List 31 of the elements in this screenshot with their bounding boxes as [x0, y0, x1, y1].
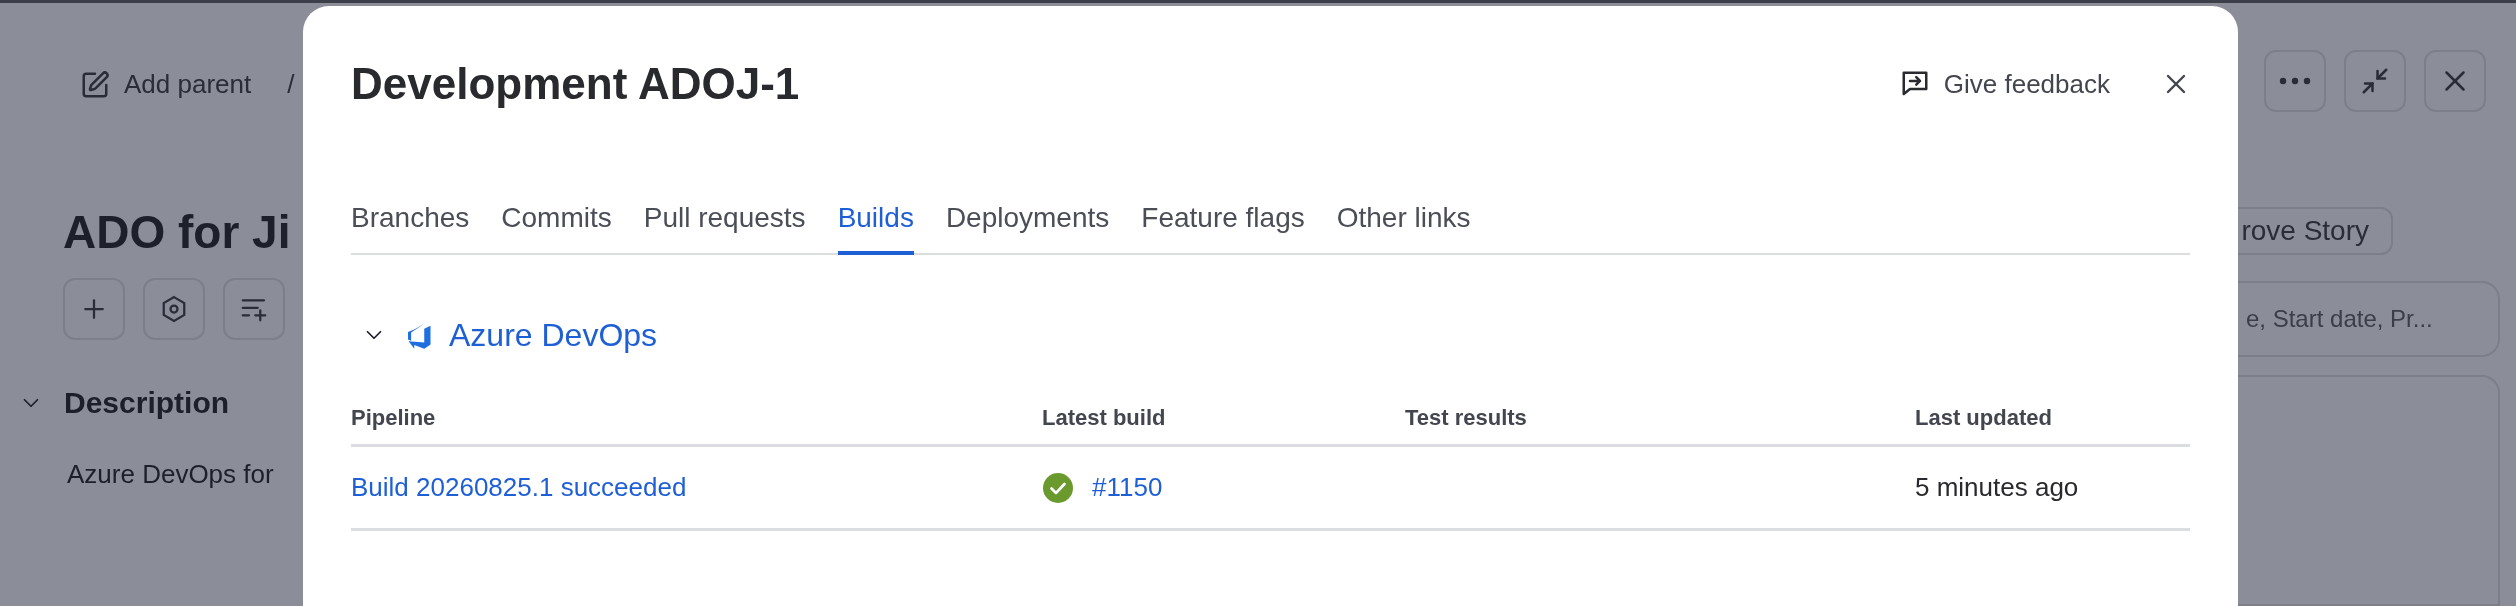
breadcrumb-separator: / — [287, 68, 295, 101]
tab[interactable]: Other links — [1336, 197, 1471, 255]
check-circle-icon — [1042, 471, 1074, 504]
give-feedback-button[interactable]: Give feedback — [1899, 64, 2110, 104]
description-text: Azure DevOps for — [67, 458, 275, 491]
more-button[interactable] — [2264, 50, 2326, 112]
tab[interactable]: Feature flags — [1141, 197, 1305, 255]
more-icon — [2279, 77, 2311, 85]
edit-icon — [80, 69, 110, 100]
provider-name[interactable]: Azure DevOps — [449, 311, 658, 359]
column-header: Last updated — [1915, 404, 2053, 432]
close-button[interactable] — [2424, 50, 2486, 112]
list-add-button[interactable] — [223, 278, 285, 340]
build-link[interactable]: #1150 — [1092, 468, 1163, 507]
last-updated-text: 5 minutes ago — [1915, 471, 2079, 504]
dialog-title: Development ADOJ-1 — [351, 58, 800, 110]
column-header: Test results — [1405, 404, 1528, 432]
add-parent-link[interactable]: Add parent — [124, 65, 252, 104]
column-header: Latest build — [1042, 404, 1167, 432]
section-heading: Description — [64, 385, 230, 421]
tab[interactable]: Pull requests — [643, 197, 806, 255]
pipeline-link[interactable]: Build 20260825.1 succeeded — [351, 468, 687, 507]
tab[interactable]: Builds — [837, 197, 914, 255]
tab[interactable]: Deployments — [945, 197, 1110, 255]
tab[interactable]: Commits — [501, 197, 612, 255]
collapse-button[interactable] — [2344, 50, 2406, 112]
collapse-icon — [2360, 66, 2390, 96]
page-title: ADO for Ji — [63, 205, 292, 260]
hexagon-button[interactable] — [143, 278, 205, 340]
tab[interactable]: Branches — [351, 197, 470, 255]
column-header: Pipeline — [351, 404, 437, 432]
